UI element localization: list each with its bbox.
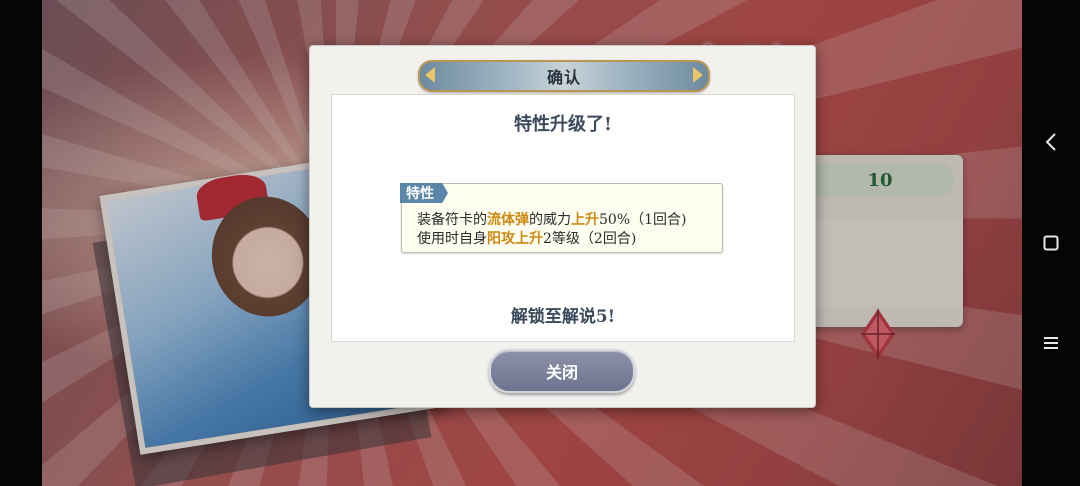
left-black-bar [0,0,42,486]
menu-button[interactable] [1022,323,1080,363]
trait-line-1: 装备符卡的流体弹的威力上升50%（1回合) [417,209,687,229]
home-button[interactable] [1022,223,1080,263]
menu-icon [1044,337,1058,349]
trait-text-segment: 50%（1回合) [599,212,687,228]
header-right-ornament-icon [693,67,703,83]
square-icon [1043,235,1059,251]
dialog-header: 确认 [418,60,710,92]
unlock-message: 解锁至解说5! [510,307,616,327]
trait-text-segment: 装备符卡的 [417,212,487,228]
trait-highlight-segment: 阳攻上升 [487,231,543,247]
header-left-ornament-icon [425,67,435,83]
trait-highlight-segment: 流体弹 [487,212,529,228]
dialog-title: 确认 [546,68,581,87]
trait-tag: 特性 [400,183,448,203]
trait-line-2: 使用时自身阳攻上升2等级（2回合) [417,228,636,248]
system-nav-bar [1022,0,1080,486]
trait-box: 特性 装备符卡的流体弹的威力上升50%（1回合) 使用时自身阳攻上升2等级（2回… [400,183,723,253]
trait-highlight-segment: 上升 [571,212,599,228]
trait-text-segment: 2等级（2回合) [543,231,637,247]
back-button[interactable] [1022,122,1080,162]
confirm-dialog: 确认 特性升级了! 特性 装备符卡的流体弹的威力上升50%（1回合) 使用时自身… [309,45,816,408]
close-button[interactable]: 关闭 [489,349,635,393]
trait-upgraded-heading: 特性升级了! [514,114,612,135]
trait-text-segment: 的威力 [529,212,571,228]
chevron-left-icon [1045,133,1056,151]
dialog-body: 特性升级了! 特性 装备符卡的流体弹的威力上升50%（1回合) 使用时自身阳攻上… [331,94,795,342]
trait-text-segment: 使用时自身 [417,231,487,247]
